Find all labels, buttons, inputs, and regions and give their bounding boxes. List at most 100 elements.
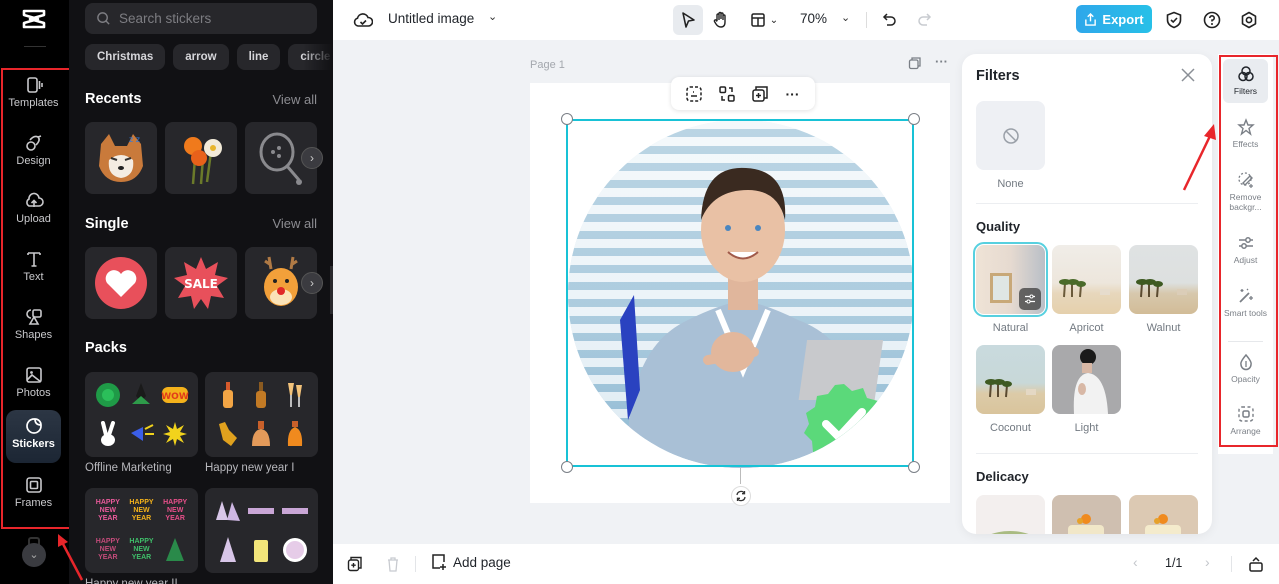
filter-none[interactable]: None [976, 101, 1045, 190]
filter-apricot[interactable]: Apricot [1052, 245, 1121, 334]
filter-thumb [973, 242, 1048, 317]
duplicate-page-button[interactable] [345, 554, 365, 574]
rail-item-templates[interactable]: Templates [6, 69, 61, 121]
export-button[interactable]: Export [1076, 5, 1152, 33]
settings-button[interactable] [1238, 9, 1260, 31]
text-icon [26, 252, 41, 267]
prev-page-button[interactable]: ‹ [1133, 554, 1138, 570]
next-page-button[interactable]: › [1205, 554, 1210, 570]
pack-happy-new-year-2[interactable]: HAPPY NEW YEAR HAPPY NEW YEAR HAPPY NEW YEAR H… [85, 488, 198, 573]
rail-item-design[interactable]: Design [6, 127, 61, 179]
target-sticker [95, 383, 120, 408]
selection-box[interactable] [566, 119, 914, 467]
search-stickers-input[interactable]: Search stickers [85, 3, 317, 34]
rail-item-photos[interactable]: Photos [6, 359, 61, 411]
sale-burst-sticker[interactable]: SALE [165, 247, 237, 319]
pack-happy-new-year-3[interactable] [205, 488, 318, 573]
resize-handle-top-right[interactable] [908, 113, 920, 125]
tool-effects[interactable]: Effects [1223, 112, 1268, 149]
chevron-down-icon[interactable]: ⌄ [841, 11, 850, 24]
more-horizontal-icon: ··· [935, 54, 948, 69]
rail-item-label: Design [16, 155, 51, 167]
rail-item-shapes[interactable]: Shapes [6, 301, 61, 353]
orange-poppy-flowers-sticker[interactable] [165, 122, 237, 194]
champagne-bottle-sticker [222, 382, 233, 409]
tool-arrange[interactable]: Arrange [1223, 399, 1268, 436]
redo-button[interactable] [909, 5, 939, 35]
hand-icon [713, 11, 726, 28]
undo-button[interactable] [875, 5, 905, 35]
delete-page-button[interactable] [383, 554, 403, 574]
resize-handle-bottom-left[interactable] [561, 461, 573, 473]
resize-handle-top-left[interactable] [561, 113, 573, 125]
resize-handle-bottom-right[interactable] [908, 461, 920, 473]
megaphone-sticker [131, 423, 155, 441]
filters-title: Filters [976, 68, 1020, 84]
tool-label: Adjust [1233, 255, 1258, 265]
more-options-button[interactable]: ··· [781, 82, 805, 106]
tool-adjust[interactable]: Adjust [1223, 228, 1268, 265]
svg-text:z z: z z [129, 135, 140, 144]
happy-new-year-text-sticker: HAPPY NEW YEAR [129, 537, 154, 561]
recents-next-button[interactable]: › [301, 147, 323, 169]
filter-walnut[interactable]: Walnut [1129, 245, 1198, 334]
filter-delicacy-2[interactable] [1052, 495, 1121, 534]
add-page-button[interactable]: Add page [431, 553, 511, 571]
tool-opacity[interactable]: Opacity [1223, 347, 1268, 384]
zoom-level[interactable]: 70% [800, 11, 827, 26]
layout-tool-button[interactable]: ⌄ [744, 5, 784, 35]
sleeping-shiba-sticker[interactable]: z z [85, 122, 157, 194]
replace-button[interactable] [715, 82, 739, 106]
cake-image [1145, 514, 1181, 534]
capcut-logo-icon[interactable] [20, 8, 48, 34]
cloud-saved-icon[interactable] [353, 10, 373, 30]
stickers-panel: Search stickers Christmas arrow line cir… [69, 0, 333, 584]
party-hat-sticker [219, 536, 236, 562]
rail-item-text[interactable]: Text [6, 243, 61, 295]
help-button[interactable] [1201, 9, 1223, 31]
recents-view-all-link[interactable]: View all [272, 92, 317, 107]
rail-item-stickers[interactable]: Stickers [6, 410, 61, 463]
filter-natural[interactable]: Natural [973, 242, 1048, 334]
single-next-button[interactable]: › [301, 272, 323, 294]
tool-smart-tools[interactable]: Smart tools [1223, 281, 1268, 318]
pack-happy-new-year-1[interactable] [205, 372, 318, 457]
page-more-button[interactable]: ··· [935, 54, 948, 69]
hand-tool-button[interactable] [706, 5, 736, 35]
chip-line[interactable]: line [236, 44, 281, 70]
duplicate-element-button[interactable] [748, 82, 772, 106]
rotate-handle[interactable] [731, 486, 751, 506]
chip-arrow[interactable]: arrow [173, 44, 229, 70]
close-icon[interactable] [1180, 67, 1196, 83]
rail-item-frames[interactable]: Frames [6, 469, 61, 521]
svg-text:SALE: SALE [184, 277, 218, 291]
chip-christmas[interactable]: Christmas [85, 44, 166, 70]
rail-more-button[interactable]: ⌄ [22, 543, 46, 567]
select-tool-button[interactable] [673, 5, 703, 35]
design-icon [25, 135, 41, 151]
rail-item-upload[interactable]: Upload [6, 185, 61, 237]
single-view-all-link[interactable]: View all [272, 216, 317, 231]
tool-filters[interactable]: Filters [1223, 59, 1268, 103]
photos-icon [25, 367, 42, 383]
pack-offline-marketing[interactable]: WOW [85, 372, 198, 457]
woman-portrait-image [1073, 349, 1108, 414]
arrange-icon [1237, 406, 1254, 422]
filter-light[interactable]: Light [1052, 345, 1121, 434]
expand-pages-button[interactable] [1246, 554, 1266, 574]
filter-coconut[interactable]: Coconut [976, 345, 1045, 434]
upload-icon [25, 192, 44, 207]
single-row: SALE [85, 247, 317, 319]
tool-remove-background[interactable]: Remove backgr... [1223, 165, 1268, 212]
shield-button[interactable] [1163, 9, 1185, 31]
adjust-filter-button[interactable] [1019, 288, 1041, 310]
chevron-down-icon[interactable]: ⌄ [488, 10, 497, 23]
filter-delicacy-1[interactable] [976, 495, 1045, 534]
duplicate-icon [347, 556, 362, 572]
filter-delicacy-3[interactable] [1129, 495, 1198, 534]
duplicate-page-button[interactable] [908, 56, 922, 73]
document-title[interactable]: Untitled image [388, 11, 474, 26]
plate-food-image [991, 531, 1029, 534]
crop-smart-button[interactable] [682, 82, 706, 106]
heart-circle-sticker[interactable] [85, 247, 157, 319]
